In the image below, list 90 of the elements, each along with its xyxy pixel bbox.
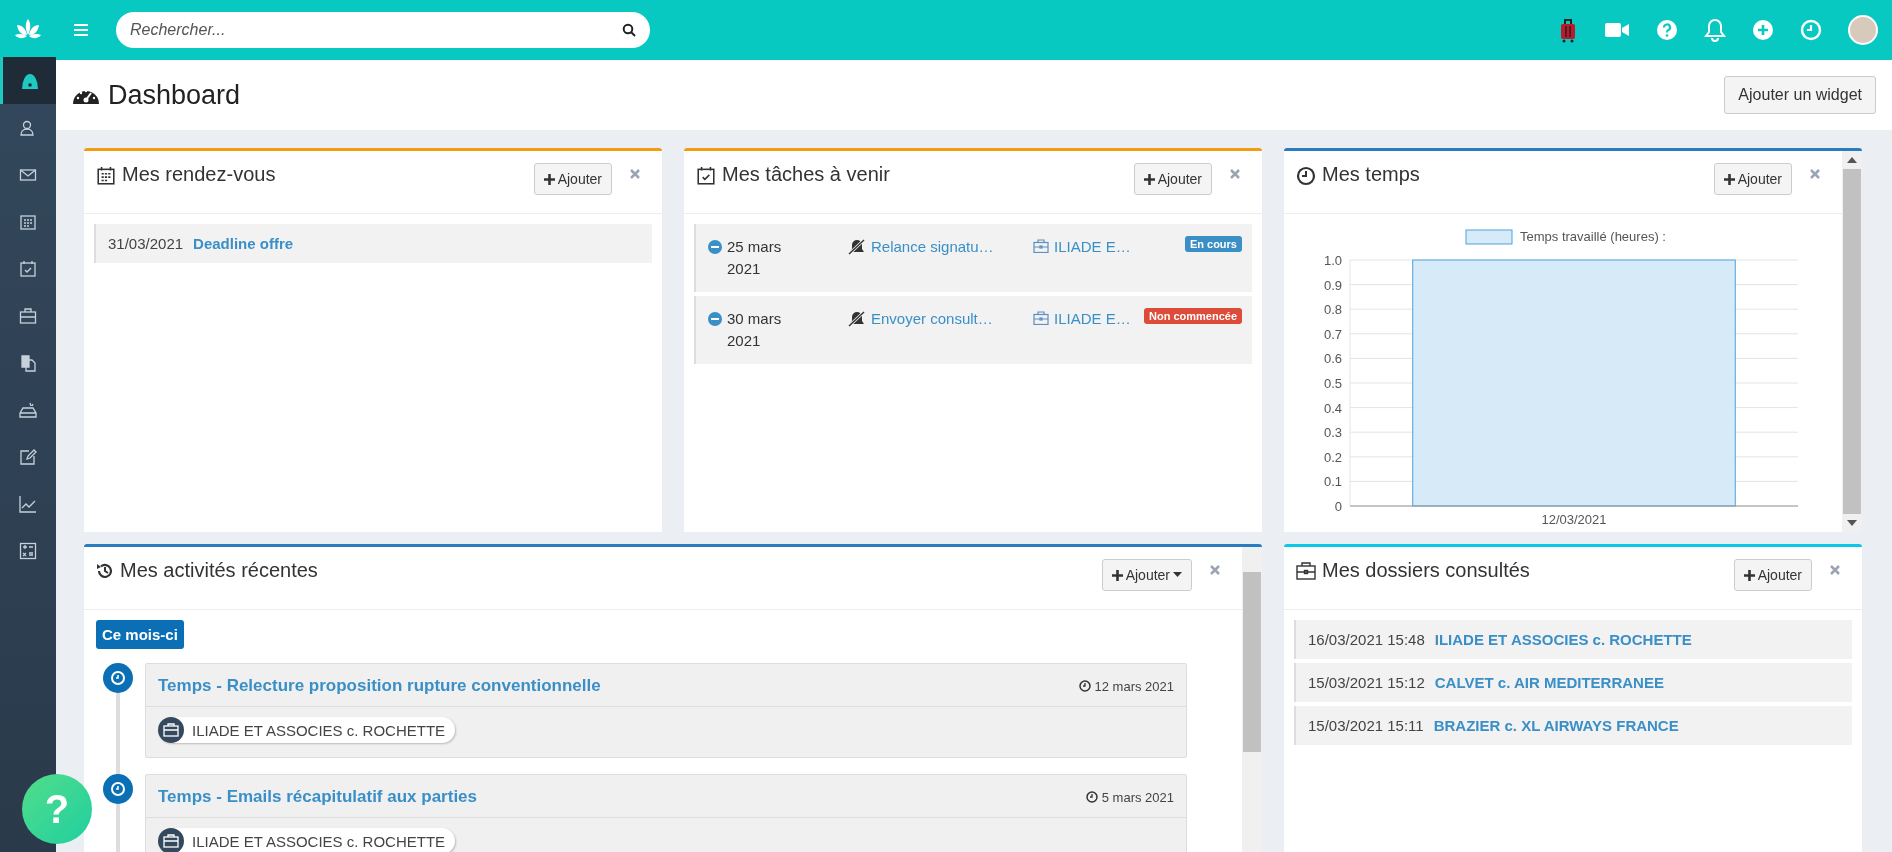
plus-icon — [1743, 569, 1755, 581]
scrollbar[interactable] — [1842, 151, 1862, 532]
add-dropdown-button[interactable]: Ajouter — [1101, 559, 1192, 591]
status-badge: En cours — [1184, 236, 1242, 252]
axis-tick-label: 0 — [1334, 499, 1342, 514]
case-row[interactable]: 15/03/2021 15:12 CALVET c. AIR MEDITERRANEE — [1294, 663, 1852, 702]
add-button[interactable]: Ajouter — [1133, 163, 1212, 195]
widget-title: Mes rendez-vous — [122, 163, 276, 186]
axis-tick-label: 0.8 — [1323, 302, 1342, 318]
axis-tick-label: 0.4 — [1323, 400, 1342, 416]
stats-icon — [19, 494, 37, 513]
bell-slash-icon — [848, 311, 866, 327]
task-date: 30 mars 2021 — [727, 309, 783, 351]
scroll-up-icon[interactable] — [1847, 157, 1857, 163]
cases-icon — [19, 306, 37, 325]
video-camera-icon[interactable] — [1604, 21, 1630, 39]
inbox-icon — [19, 400, 37, 419]
tasks-icon — [19, 259, 37, 278]
minus-circle-icon — [708, 312, 722, 326]
help-icon[interactable] — [1656, 19, 1678, 41]
calendar-check-icon — [696, 166, 716, 186]
search-icon[interactable] — [622, 23, 636, 37]
minus-circle-icon — [708, 240, 722, 254]
scroll-down-icon[interactable] — [1847, 520, 1857, 526]
briefcase-icon — [1296, 562, 1316, 580]
legend-swatch — [1465, 229, 1513, 245]
axis-tick-label: 0.3 — [1323, 425, 1342, 441]
appointment-date: 31/03/2021 — [108, 235, 184, 252]
clock-icon — [103, 663, 133, 693]
history-icon — [96, 562, 114, 580]
axis-tick-label: 12/03/2021 — [1541, 512, 1607, 524]
dashboard-icon — [20, 71, 39, 90]
calendar-icon — [96, 166, 116, 186]
axis-tick-label: 0.7 — [1323, 326, 1342, 342]
case-datetime: 15/03/2021 15:12 — [1308, 674, 1425, 691]
bell-slash-icon — [848, 239, 866, 255]
clock-icon — [1085, 791, 1098, 803]
plus-icon[interactable] — [1752, 19, 1774, 41]
period-label: Ce mois-ci — [96, 620, 184, 649]
avatar[interactable] — [1848, 15, 1878, 45]
plus-icon — [1723, 173, 1735, 185]
activity-date: 12 mars 2021 — [1094, 678, 1174, 694]
calculator-icon — [19, 541, 37, 560]
appointment-row[interactable]: 31/03/2021 Deadline offre — [94, 224, 652, 263]
luggage-icon[interactable] — [1558, 17, 1578, 43]
case-chip[interactable]: ILIADE ET ASSOCIES c. ROCHETTE — [158, 717, 456, 743]
briefcase-icon — [1033, 239, 1049, 253]
bell-icon[interactable] — [1704, 18, 1726, 42]
add-button[interactable]: Ajouter — [1713, 163, 1792, 195]
add-button[interactable]: Ajouter — [533, 163, 612, 195]
widget-title: Mes tâches à venir — [722, 163, 890, 186]
axis-tick-label: 0.2 — [1323, 449, 1342, 465]
plus-icon — [1111, 569, 1123, 581]
axis-tick-label: 1.0 — [1323, 253, 1342, 268]
case-datetime: 15/03/2021 15:11 — [1308, 717, 1424, 734]
caret-icon — [1173, 572, 1182, 578]
legend-label: Temps travaillé (heures) : — [1520, 229, 1666, 244]
case-row[interactable]: 16/03/2021 15:48 ILIADE ET ASSOCIES c. ROCHETTE — [1294, 620, 1852, 659]
status-badge: Non commencée — [1143, 308, 1242, 324]
widget-title: Mes temps — [1322, 163, 1420, 186]
plus-icon — [543, 173, 555, 185]
scrollbar[interactable] — [1242, 547, 1262, 852]
sidebar-item[interactable] — [0, 57, 56, 104]
briefcase-icon — [1033, 311, 1049, 325]
case-datetime: 16/03/2021 15:48 — [1308, 631, 1425, 648]
add-widget-button[interactable]: Ajouter un widget — [1724, 76, 1876, 114]
case-row[interactable]: 15/03/2021 15:11 BRAZIER c. XL AIRWAYS FRANCE — [1294, 706, 1852, 745]
clock-icon — [103, 774, 133, 804]
clock-icon[interactable] — [1800, 19, 1822, 41]
page-title: Dashboard — [108, 79, 241, 111]
documents-icon — [19, 353, 37, 372]
widget-title: Mes activités récentes — [120, 559, 318, 582]
calendar-icon — [19, 212, 37, 231]
contacts-icon — [19, 118, 37, 137]
briefcase-icon — [158, 717, 184, 743]
axis-tick-label: 0.5 — [1323, 376, 1342, 391]
briefcase-icon — [158, 828, 184, 852]
clock-icon — [1296, 166, 1316, 186]
widget-title: Mes dossiers consultés — [1322, 559, 1530, 582]
search-field[interactable]: Rechercher... — [116, 12, 650, 48]
axis-tick-label: 0.6 — [1323, 351, 1342, 367]
clock-icon — [1078, 680, 1091, 692]
add-button[interactable]: Ajouter — [1733, 559, 1812, 591]
task-date: 25 mars 2021 — [727, 237, 783, 279]
notes-icon — [19, 447, 37, 466]
plus-icon — [1143, 173, 1155, 185]
activity-date: 5 mars 2021 — [1101, 789, 1174, 805]
case-chip[interactable]: ILIADE ET ASSOCIES c. ROCHETTE — [158, 828, 456, 852]
axis-tick-label: 0.1 — [1323, 474, 1342, 490]
axis-tick-label: 0.9 — [1323, 277, 1342, 293]
